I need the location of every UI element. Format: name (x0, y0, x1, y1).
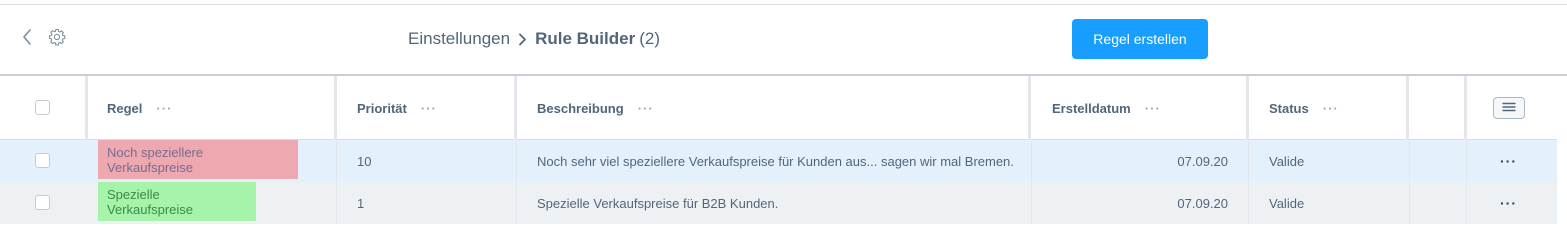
hamburger-menu-icon (1502, 99, 1516, 117)
breadcrumb-current: Rule Builder (535, 29, 636, 48)
more-horizontal-icon[interactable]: ··· (421, 101, 437, 116)
breadcrumb: Einstellungen Rule Builder (2) (408, 29, 660, 49)
page-header: Einstellungen Rule Builder (2) Regel ers… (0, 5, 1567, 75)
column-header-erstelldatum[interactable]: Erstelldatum ··· (1052, 76, 1161, 140)
status-cell: Valide (1269, 153, 1305, 169)
more-horizontal-icon[interactable]: ··· (1145, 101, 1161, 116)
column-header-beschreibung[interactable]: Beschreibung ··· (537, 76, 654, 140)
table-header: Regel ··· Priorität ··· Beschreibung ···… (0, 76, 1567, 140)
row-checkbox[interactable] (35, 195, 50, 210)
column-divider (516, 182, 517, 224)
row-checkbox[interactable] (35, 153, 50, 168)
column-header-prioritaet[interactable]: Priorität ··· (357, 76, 437, 140)
back-button[interactable] (17, 27, 37, 51)
column-resize-handle[interactable] (334, 76, 337, 140)
column-divider (1248, 140, 1249, 182)
description-cell: Noch sehr viel speziellere Verkaufspreis… (537, 153, 1014, 169)
created-date-cell: 07.09.20 (1177, 195, 1228, 211)
more-horizontal-icon[interactable]: ··· (1323, 101, 1339, 116)
column-divider (336, 140, 337, 182)
column-header-regel[interactable]: Regel ··· (107, 76, 172, 140)
row-actions-button[interactable]: ··· (1500, 140, 1517, 182)
column-settings-button[interactable] (1493, 97, 1525, 119)
column-divider (1409, 140, 1410, 182)
rule-name-link[interactable]: Spezielle Verkaufspreise (98, 182, 256, 221)
settings-button[interactable] (46, 27, 68, 51)
chevron-right-icon (518, 33, 527, 46)
column-resize-handle[interactable] (1406, 76, 1409, 140)
column-divider (1248, 182, 1249, 224)
create-rule-button[interactable]: Regel erstellen (1072, 19, 1208, 59)
rule-name-link[interactable]: Noch speziellere Verkaufspreise (98, 140, 298, 179)
grid-right-edge (1557, 76, 1567, 224)
status-cell: Valide (1269, 195, 1305, 211)
description-cell: Spezielle Verkaufspreise für B2B Kunden. (537, 195, 779, 211)
column-divider (1466, 140, 1467, 182)
priority-cell: 10 (357, 153, 372, 169)
select-all-checkbox[interactable] (35, 100, 50, 115)
row-actions-button[interactable]: ··· (1500, 182, 1517, 224)
column-divider (1409, 182, 1410, 224)
column-resize-handle[interactable] (1028, 76, 1031, 140)
column-divider (336, 182, 337, 224)
more-horizontal-icon[interactable]: ··· (156, 101, 172, 116)
column-divider (1464, 76, 1467, 140)
chevron-left-icon (21, 28, 33, 51)
column-resize-handle[interactable] (514, 76, 517, 140)
rule-count: (2) (639, 29, 660, 48)
more-horizontal-icon[interactable]: ··· (638, 101, 654, 116)
gear-icon (48, 28, 66, 51)
column-resize-handle[interactable] (1246, 76, 1249, 140)
column-header-status[interactable]: Status ··· (1269, 76, 1339, 140)
column-divider (1466, 182, 1467, 224)
table-row[interactable]: Spezielle Verkaufspreise 1 Spezielle Ver… (0, 182, 1557, 224)
column-resize-handle[interactable] (85, 76, 88, 140)
column-divider (516, 140, 517, 182)
created-date-cell: 07.09.20 (1177, 153, 1228, 169)
table-row[interactable]: Noch speziellere Verkaufspreise 10 Noch … (0, 140, 1557, 182)
breadcrumb-root[interactable]: Einstellungen (408, 29, 510, 49)
priority-cell: 1 (357, 195, 365, 211)
